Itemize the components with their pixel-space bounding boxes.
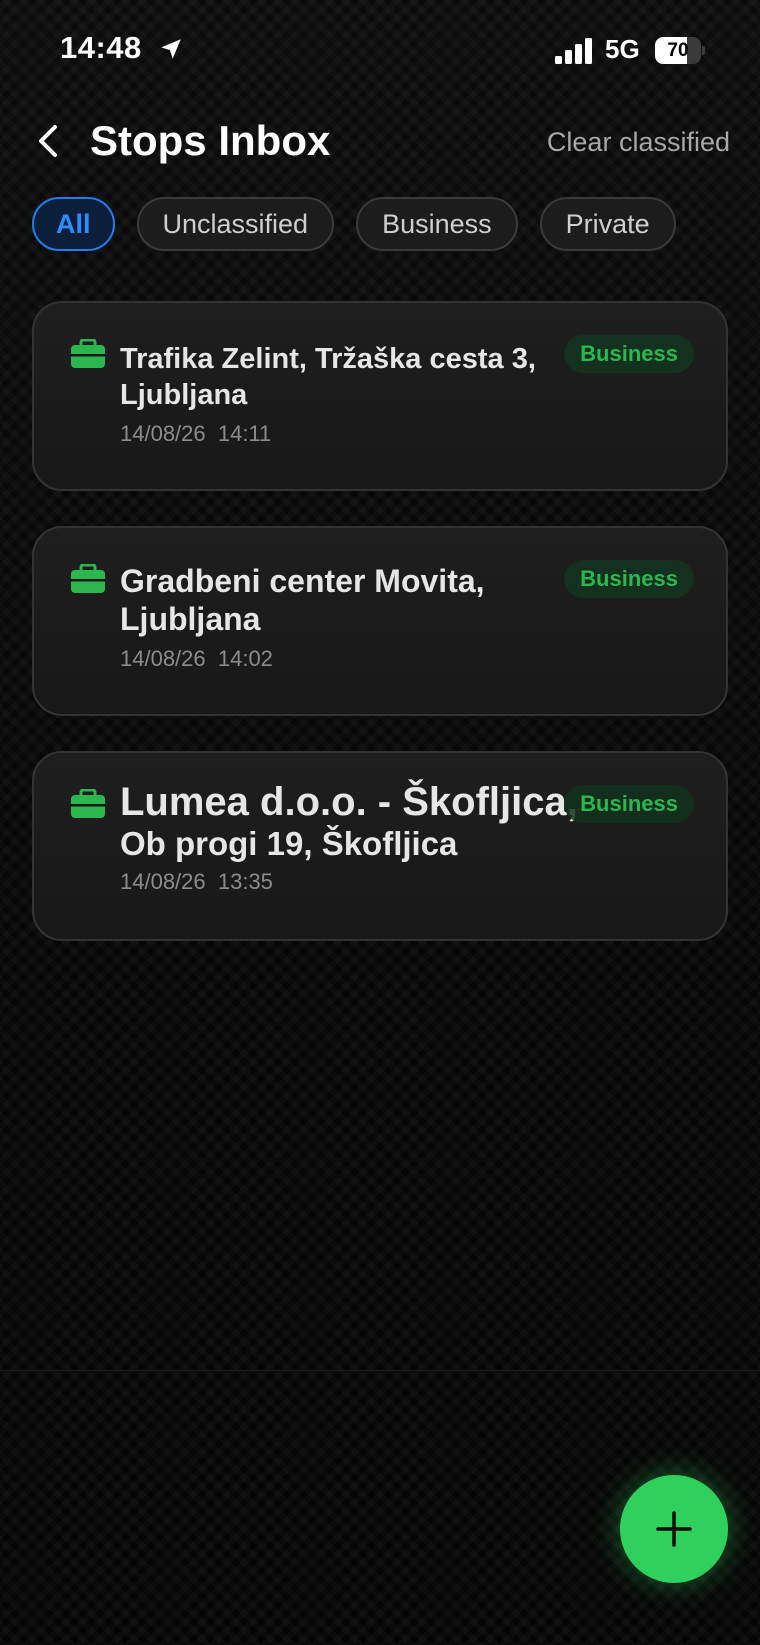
filter-chips: All Unclassified Business Private bbox=[32, 197, 676, 251]
stop-card[interactable]: Gradbeni center Movita, Ljubljana Busine… bbox=[32, 526, 728, 716]
briefcase-icon bbox=[71, 339, 105, 368]
battery-icon: 70 bbox=[655, 37, 705, 64]
stop-title: Gradbeni center Movita, Ljubljana bbox=[120, 563, 485, 637]
cellular-signal-icon bbox=[555, 38, 592, 64]
chevron-left-icon bbox=[39, 125, 57, 157]
category-badge: Business bbox=[564, 560, 694, 598]
plus-icon bbox=[656, 1511, 692, 1547]
briefcase-icon bbox=[71, 564, 105, 593]
filter-chip-all[interactable]: All bbox=[32, 197, 115, 251]
stop-title: Trafika Zelint, Tržaška cesta 3, Ljublja… bbox=[120, 343, 536, 411]
stop-date: 14/08/26 13:35 bbox=[120, 869, 273, 894]
filter-chip-business[interactable]: Business bbox=[356, 197, 518, 251]
stop-card[interactable]: Trafika Zelint, Tržaška cesta 3, Ljublja… bbox=[32, 301, 728, 491]
status-time: 14:48 bbox=[60, 30, 142, 65]
location-arrow-icon bbox=[161, 39, 181, 59]
stops-inbox-screen: 14:48 5G 70 Stops Inbox Clear classified… bbox=[0, 0, 760, 1645]
category-badge: Business bbox=[564, 335, 694, 373]
filter-chip-private[interactable]: Private bbox=[539, 197, 676, 251]
stop-title-line-1: Lumea d.o.o. - Škofljica, bbox=[120, 780, 578, 824]
stop-title: Lumea d.o.o. - Škofljica, Ob progi 19, Š… bbox=[120, 779, 600, 863]
category-badge: Business bbox=[564, 785, 694, 823]
stop-card[interactable]: Lumea d.o.o. - Škofljica, Ob progi 19, Š… bbox=[32, 751, 728, 941]
battery-level: 70 bbox=[667, 40, 689, 61]
page-title: Stops Inbox bbox=[90, 117, 331, 164]
stop-date: 14/08/26 14:11 bbox=[120, 421, 272, 446]
network-type: 5G bbox=[605, 34, 640, 64]
status-bar: 14:48 5G 70 bbox=[0, 0, 760, 100]
filter-chip-unclassified[interactable]: Unclassified bbox=[136, 197, 335, 251]
stop-title-line-2: Ob progi 19, Škofljica bbox=[120, 825, 458, 862]
bottom-divider bbox=[0, 1370, 760, 1371]
back-button[interactable] bbox=[28, 116, 68, 166]
clear-classified-button[interactable]: Clear classified bbox=[547, 124, 730, 160]
add-stop-button[interactable] bbox=[620, 1475, 728, 1583]
stop-date: 14/08/26 14:02 bbox=[120, 646, 273, 671]
briefcase-icon bbox=[71, 789, 105, 818]
